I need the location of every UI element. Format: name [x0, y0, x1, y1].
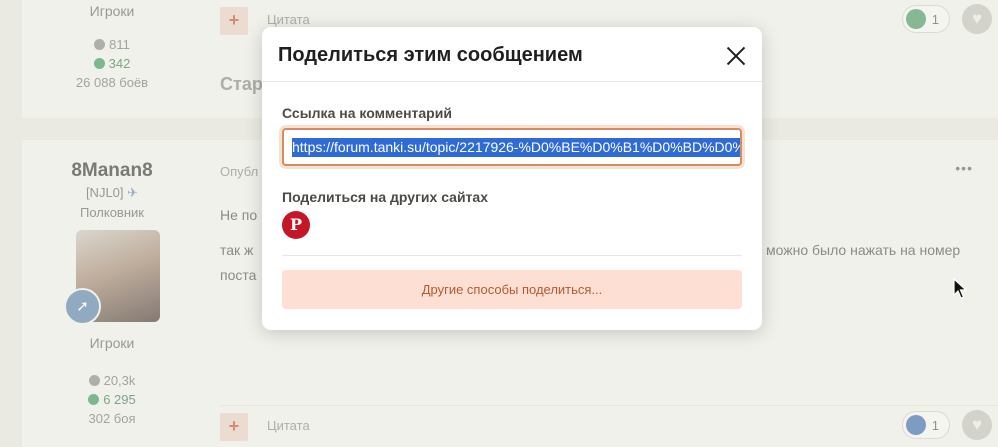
- more-share-options-button[interactable]: Другие способы поделиться...: [282, 270, 742, 309]
- share-label: Поделиться на других сайтах: [282, 189, 488, 205]
- selected-link-text: https://forum.tanki.su/topic/2217926-%D0…: [292, 138, 740, 157]
- comment-link-field[interactable]: https://forum.tanki.su/topic/2217926-%D0…: [282, 128, 742, 166]
- mouse-cursor-icon: [953, 278, 967, 299]
- divider: [282, 255, 742, 256]
- pinterest-icon[interactable]: P: [282, 211, 310, 239]
- share-dialog: Поделиться этим сообщением Ссылка на ком…: [262, 27, 762, 330]
- close-icon[interactable]: [726, 46, 746, 66]
- divider: [262, 81, 762, 82]
- dialog-title: Поделиться этим сообщением: [278, 44, 583, 66]
- link-label: Ссылка на комментарий: [282, 105, 452, 121]
